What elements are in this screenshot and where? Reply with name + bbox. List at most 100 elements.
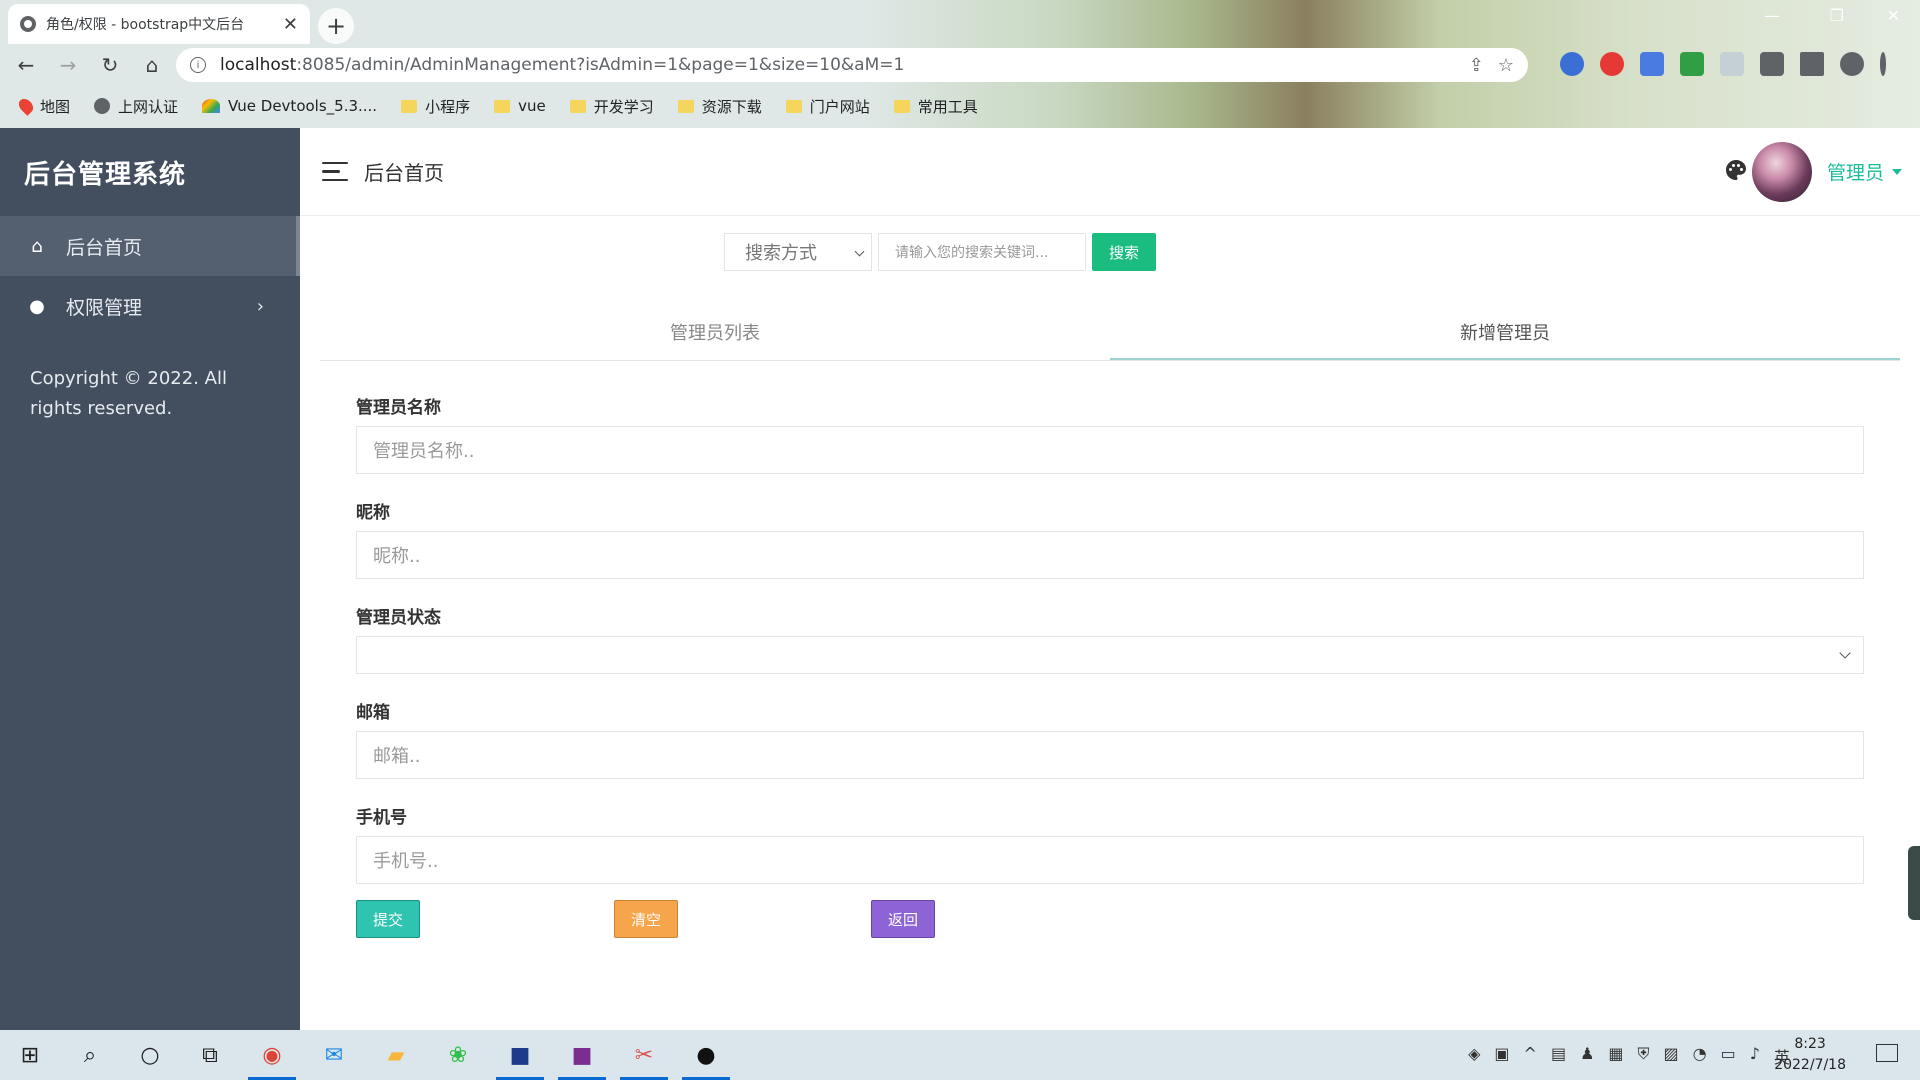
reload-icon[interactable]: ↻ — [94, 49, 126, 81]
globe-icon — [20, 16, 36, 32]
back-button[interactable]: 返回 — [871, 900, 935, 938]
sidebar-item-home[interactable]: ⌂ 后台首页 — [0, 216, 300, 276]
puzzle-icon[interactable] — [1760, 52, 1784, 76]
tray-app-icon[interactable]: ▤ — [1551, 1044, 1566, 1068]
back-arrow-icon[interactable]: ← — [10, 49, 42, 81]
admin-name-field[interactable]: 管理员名称.. — [356, 426, 1864, 474]
user-dropdown[interactable]: 管理员 — [1827, 158, 1902, 185]
tab-strip: 角色/权限 - bootstrap中文后台 ✕ + — ❐ ✕ — [0, 0, 1920, 44]
notification-icon[interactable] — [1876, 1044, 1898, 1062]
bookmark-star-icon[interactable]: ☆ — [1498, 55, 1514, 76]
tray-expand-icon[interactable]: ^ — [1524, 1044, 1537, 1068]
bookmark-folder[interactable]: 门户网站 — [785, 96, 870, 117]
address-bar[interactable]: i localhost:8085/admin/AdminManagement?i… — [176, 48, 1528, 82]
home-icon: ⌂ — [31, 235, 43, 257]
side-panel-icon[interactable] — [1800, 52, 1824, 76]
extension-folder-icon[interactable] — [1720, 52, 1744, 76]
taskbar: ⊞ ⌕ ○ ⧉ ◉ ✉ ▰ ❀ ■ ■ ✂ ● ◈ ▣ ^ ▤ ♟ ▦ ⛨ ▨ … — [0, 1030, 1920, 1080]
tab-add-admin[interactable]: 新增管理员 — [1110, 317, 1900, 360]
volume-icon[interactable]: ♪ — [1750, 1044, 1760, 1068]
search-bar: 搜索方式 请输入您的搜索关键词... 搜索 — [724, 233, 1156, 271]
bookmark-folder[interactable]: 小程序 — [401, 96, 470, 117]
tab-close-icon[interactable]: ✕ — [283, 14, 298, 35]
security-icon[interactable]: ⛨ — [1638, 1044, 1650, 1068]
menu-toggle-icon[interactable] — [322, 161, 348, 182]
snipping-tool-icon[interactable]: ✂ — [620, 1039, 668, 1080]
browser-chrome: 角色/权限 - bootstrap中文后台 ✕ + — ❐ ✕ ← → ↻ ⌂ … — [0, 0, 1920, 128]
cortana-icon[interactable]: ○ — [134, 1039, 166, 1071]
wechat-devtools-icon[interactable]: ❀ — [442, 1039, 474, 1071]
defender-icon[interactable]: ◈ — [1468, 1044, 1480, 1068]
search-type-select[interactable]: 搜索方式 — [724, 233, 872, 271]
bookmark-folder[interactable]: 常用工具 — [893, 96, 978, 117]
clock-date: 2022/7/18 — [1774, 1057, 1846, 1073]
clear-button[interactable]: 清空 — [614, 900, 678, 938]
search-button[interactable]: 搜索 — [1092, 233, 1156, 271]
search-input[interactable]: 请输入您的搜索关键词... — [878, 233, 1086, 271]
status-label: 管理员状态 — [356, 608, 441, 628]
intellij-icon[interactable]: ■ — [558, 1039, 606, 1080]
bookmark-folder[interactable]: 开发学习 — [569, 96, 654, 117]
tab-admin-list[interactable]: 管理员列表 — [320, 317, 1110, 360]
extension-on-icon[interactable] — [1680, 52, 1704, 76]
chrome-icon[interactable]: ◉ — [248, 1039, 296, 1080]
adblock-icon[interactable] — [1600, 52, 1624, 76]
more-menu-icon[interactable] — [1880, 52, 1886, 76]
search-icon[interactable]: ⌕ — [74, 1039, 106, 1071]
name-label: 管理员名称 — [356, 398, 441, 418]
page-tabs: 管理员列表 新增管理员 — [320, 317, 1900, 361]
wifi-icon[interactable]: ◔ — [1693, 1044, 1707, 1068]
task-view-icon[interactable]: ⧉ — [194, 1039, 226, 1071]
folder-icon — [677, 99, 694, 113]
avatar[interactable] — [1752, 142, 1812, 202]
browser-tab[interactable]: 角色/权限 - bootstrap中文后台 ✕ — [8, 4, 310, 44]
minimize-icon[interactable]: — — [1764, 6, 1780, 25]
palette-icon[interactable] — [1724, 158, 1748, 182]
form-actions: 提交 清空 返回 — [356, 900, 1864, 940]
submit-button[interactable]: 提交 — [356, 900, 420, 938]
nickname-field[interactable]: 昵称.. — [356, 531, 1864, 579]
url-text[interactable]: localhost:8085/admin/AdminManagement?isA… — [220, 55, 1455, 75]
folder-icon — [401, 99, 418, 113]
profile-icon[interactable] — [1840, 52, 1864, 76]
windows-start-icon[interactable]: ⊞ — [14, 1039, 46, 1071]
clock[interactable]: 8:23 2022/7/18 — [1774, 1034, 1846, 1076]
clock-time: 8:23 — [1794, 1036, 1826, 1052]
window-close-icon[interactable]: ✕ — [1887, 6, 1900, 25]
qq-icon[interactable]: ♟ — [1580, 1044, 1594, 1068]
translate-icon[interactable] — [1640, 52, 1664, 76]
new-tab-button[interactable]: + — [318, 8, 354, 44]
bookmark-folder[interactable]: 资源下载 — [677, 96, 762, 117]
extension-icon[interactable] — [1560, 52, 1584, 76]
restore-icon[interactable]: ❐ — [1830, 6, 1844, 25]
bookmark-folder[interactable]: vue — [494, 97, 546, 115]
tray-tool-icon[interactable]: ▦ — [1608, 1044, 1623, 1068]
scroll-handle[interactable] — [1908, 846, 1920, 920]
site-info-icon[interactable]: i — [190, 57, 206, 73]
bookmark-item[interactable]: 上网认证 — [94, 96, 178, 117]
home-icon[interactable]: ⌂ — [136, 49, 168, 81]
add-admin-form: 管理员名称 管理员名称.. 昵称 昵称.. 管理员状态 邮箱 邮箱.. 手机号 … — [356, 393, 1864, 940]
copyright-text: Copyright © 2022. All rights reserved. — [30, 368, 227, 419]
sidebar: 后台管理系统 ⌂ 后台首页 ● 权限管理 › Copyright © 2022.… — [0, 128, 300, 1030]
bookmarks-bar: 地图 上网认证 Vue Devtools_5.3.... 小程序 vue 开发学… — [0, 86, 1920, 126]
webstorm-icon[interactable]: ■ — [496, 1039, 544, 1080]
file-explorer-icon[interactable]: ▰ — [380, 1039, 412, 1071]
share-icon[interactable]: ⇪ — [1469, 55, 1484, 76]
sidebar-item-permissions[interactable]: ● 权限管理 › — [0, 276, 300, 336]
phone-field[interactable]: 手机号.. — [356, 836, 1864, 884]
brand-title[interactable]: 后台管理系统 — [0, 128, 300, 216]
app-circle-icon[interactable]: ● — [682, 1039, 730, 1080]
email-field[interactable]: 邮箱.. — [356, 731, 1864, 779]
forward-arrow-icon[interactable]: → — [52, 49, 84, 81]
top-header: 后台首页 管理员 — [300, 128, 1920, 216]
battery-icon[interactable]: ▭ — [1721, 1044, 1736, 1068]
folder-icon — [569, 99, 586, 113]
browser-toolbar: ← → ↻ ⌂ i localhost:8085/admin/AdminMana… — [0, 44, 1920, 86]
bookmark-item[interactable]: 地图 — [16, 96, 70, 117]
bookmark-item[interactable]: Vue Devtools_5.3.... — [202, 97, 377, 115]
mail-icon[interactable]: ✉ — [318, 1039, 350, 1071]
tray-check-icon[interactable]: ▨ — [1664, 1044, 1679, 1068]
admin-status-select[interactable] — [356, 636, 1864, 674]
nvidia-icon[interactable]: ▣ — [1494, 1044, 1509, 1068]
